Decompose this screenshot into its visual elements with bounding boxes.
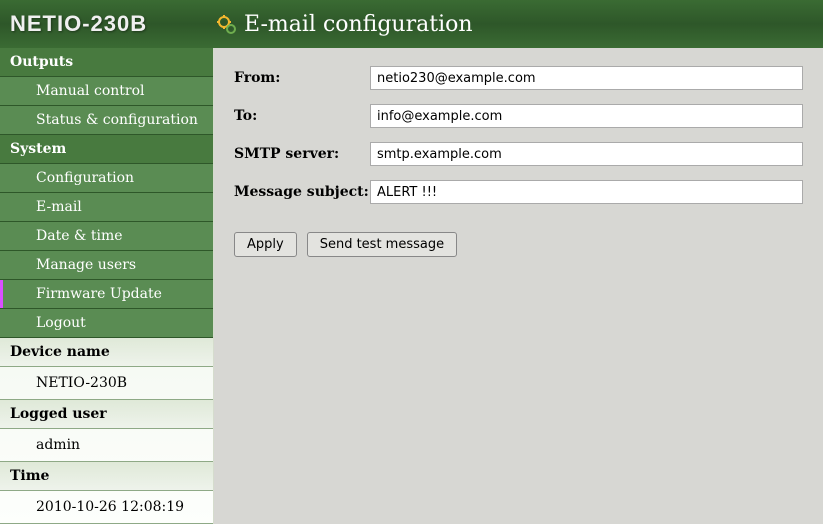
from-input[interactable] (370, 66, 803, 90)
info-value-device-name: NETIO-230B (0, 367, 213, 400)
sidebar-header-system: System (0, 135, 213, 164)
sidebar-item-manual-control[interactable]: Manual control (0, 77, 213, 106)
page-title-wrap: E-mail configuration (214, 12, 473, 37)
apply-button[interactable]: Apply (234, 232, 297, 257)
sidebar-item-status-config[interactable]: Status & configuration (0, 106, 213, 135)
info-header-device-name: Device name (0, 338, 213, 367)
header-bar: NETIO-230B E-ma (0, 0, 823, 48)
info-value-time: 2010-10-26 12:08:19 (0, 491, 213, 524)
sidebar-item-manage-users[interactable]: Manage users (0, 251, 213, 280)
sidebar-header-outputs: Outputs (0, 48, 213, 77)
brand-logo: NETIO-230B (0, 11, 214, 37)
sidebar: Outputs Manual control Status & configur… (0, 48, 214, 524)
info-header-time: Time (0, 462, 213, 491)
subject-input[interactable] (370, 180, 803, 204)
from-label: From: (234, 66, 370, 86)
gear-icon (214, 12, 238, 36)
sidebar-item-configuration[interactable]: Configuration (0, 164, 213, 193)
smtp-input[interactable] (370, 142, 803, 166)
page-title: E-mail configuration (244, 12, 473, 37)
smtp-label: SMTP server: (234, 142, 370, 162)
info-header-logged-user: Logged user (0, 400, 213, 429)
sidebar-item-logout[interactable]: Logout (0, 309, 213, 338)
info-value-logged-user: admin (0, 429, 213, 462)
to-label: To: (234, 104, 370, 124)
to-input[interactable] (370, 104, 803, 128)
subject-label: Message subject: (234, 180, 370, 200)
main-panel: From: To: SMTP server: Message subject: … (214, 48, 823, 524)
sidebar-item-date-time[interactable]: Date & time (0, 222, 213, 251)
sidebar-item-email[interactable]: E-mail (0, 193, 213, 222)
send-test-button[interactable]: Send test message (307, 232, 457, 257)
sidebar-item-firmware-update[interactable]: Firmware Update (0, 280, 213, 309)
